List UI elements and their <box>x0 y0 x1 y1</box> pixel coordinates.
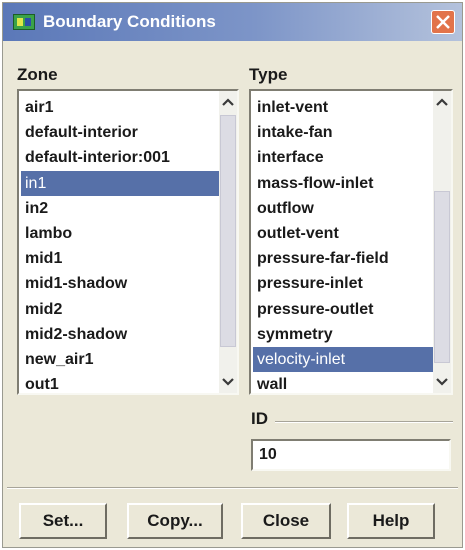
type-scroll-up-button[interactable] <box>433 93 451 111</box>
zone-items: air1 default-interior default-interior:001… <box>21 95 219 397</box>
app-icon <box>13 14 35 30</box>
dialog-title: Boundary Conditions <box>43 12 216 31</box>
type-scroll-thumb[interactable] <box>434 191 450 363</box>
type-list-item[interactable]: wall <box>253 372 433 397</box>
type-list-item[interactable]: intake-fan <box>253 120 433 145</box>
zone-list-item[interactable]: mid2 <box>21 297 219 322</box>
copy-button[interactable]: Copy... <box>127 503 223 539</box>
zone-scroll-thumb[interactable] <box>220 115 236 347</box>
zone-list-item[interactable]: air1 <box>21 95 219 120</box>
id-field[interactable]: 10 <box>251 439 451 471</box>
type-scroll-down-button[interactable] <box>433 373 451 391</box>
zone-scrollbar[interactable] <box>219 91 237 393</box>
type-scrollbar[interactable] <box>433 91 451 393</box>
zone-list-item[interactable]: mid2-shadow <box>21 322 219 347</box>
zone-list-item[interactable]: in2 <box>21 196 219 221</box>
type-label: Type <box>249 65 288 84</box>
zone-list-item[interactable]: mid1-shadow <box>21 271 219 296</box>
zone-list-item[interactable]: new_air1 <box>21 347 219 372</box>
title-bar[interactable]: Boundary Conditions <box>3 3 462 41</box>
type-items: inlet-vent intake-fan interface mass-flow-i… <box>253 95 433 397</box>
type-list-item[interactable]: pressure-outlet <box>253 297 433 322</box>
zone-list-item[interactable]: out1 <box>21 372 219 397</box>
zone-label: Zone <box>17 65 58 84</box>
zone-list-item[interactable]: mid1 <box>21 246 219 271</box>
zone-list-item[interactable]: lambo <box>21 221 219 246</box>
close-button[interactable]: Close <box>241 503 331 539</box>
button-row-separator <box>7 487 458 489</box>
help-button[interactable]: Help <box>347 503 435 539</box>
close-icon <box>436 15 450 29</box>
type-list-item[interactable]: pressure-inlet <box>253 271 433 296</box>
chevron-down-icon <box>436 378 448 386</box>
chevron-up-icon <box>436 98 448 106</box>
type-list-item[interactable]: outlet-vent <box>253 221 433 246</box>
chevron-up-icon <box>222 98 234 106</box>
type-list-item[interactable]: outflow <box>253 196 433 221</box>
zone-scroll-up-button[interactable] <box>219 93 237 111</box>
id-separator <box>275 421 453 423</box>
zone-list-item[interactable]: default-interior <box>21 120 219 145</box>
type-listbox[interactable]: inlet-vent intake-fan interface mass-flow-i… <box>249 89 453 395</box>
type-list-item[interactable]: mass-flow-inlet <box>253 171 433 196</box>
boundary-conditions-dialog: Boundary Conditions Zone Type air1 defaul… <box>2 2 463 548</box>
close-window-button[interactable] <box>431 10 455 34</box>
zone-listbox[interactable]: air1 default-interior default-interior:001… <box>17 89 239 395</box>
type-list-item[interactable]: inlet-vent <box>253 95 433 120</box>
id-label: ID <box>251 409 268 428</box>
set-button[interactable]: Set... <box>19 503 107 539</box>
type-list-item[interactable]: pressure-far-field <box>253 246 433 271</box>
zone-list-item[interactable]: in1 <box>21 170 219 196</box>
type-list-item[interactable]: symmetry <box>253 322 433 347</box>
type-list-item[interactable]: interface <box>253 145 433 170</box>
type-list-item[interactable]: velocity-inlet <box>253 346 433 373</box>
zone-scroll-down-button[interactable] <box>219 373 237 391</box>
zone-list-item[interactable]: default-interior:001 <box>21 145 219 170</box>
chevron-down-icon <box>222 378 234 386</box>
